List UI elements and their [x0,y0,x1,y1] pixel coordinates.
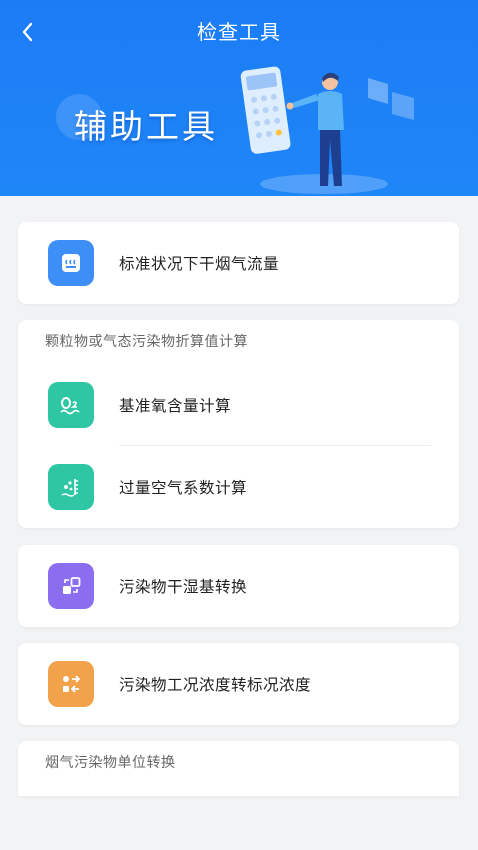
menu-item-oxygen-calc[interactable]: 基准氧含量计算 [18,364,459,446]
calculator-person-illustration [240,66,414,194]
section-title: 颗粒物或气态污染物折算值计算 [45,334,248,350]
menu-item-label: 污染物干湿基转换 [119,578,248,596]
banner-title: 辅助工具 [74,107,218,146]
menu-item-label: 标准状况下干烟气流量 [119,255,280,273]
section-title: 烟气污染物单位转换 [45,755,176,771]
menu-item-flue-gas-flow[interactable]: 标准状况下干烟气流量 [18,222,459,304]
menu-item-label: 基准氧含量计算 [119,397,232,415]
header-banner: 检查工具 辅助工具 [0,0,478,196]
card-wet-dry: 污染物干湿基转换 [18,545,459,627]
menu-item-wet-dry-conversion[interactable]: 污染物干湿基转换 [18,545,459,627]
card-concentration: 污染物工况浓度转标况浓度 [18,643,459,725]
card-conversion-calc: 颗粒物或气态污染物折算值计算 基准氧含量计算 过量空气系数计算 [18,320,459,528]
card-unit-conversion: 烟气污染物单位转换 [18,741,459,796]
excess-air-icon [48,464,94,510]
menu-item-label: 污染物工况浓度转标况浓度 [119,676,312,694]
page-title: 检查工具 [197,20,281,44]
exchange-icon [48,661,94,707]
convert-icon [48,563,94,609]
menu-item-label: 过量空气系数计算 [119,479,248,497]
menu-item-excess-air[interactable]: 过量空气系数计算 [18,446,459,528]
flue-gas-icon [48,240,94,286]
menu-item-concentration-conversion[interactable]: 污染物工况浓度转标况浓度 [18,643,459,725]
oxygen-icon [48,382,94,428]
card-flue-gas: 标准状况下干烟气流量 [18,222,459,304]
